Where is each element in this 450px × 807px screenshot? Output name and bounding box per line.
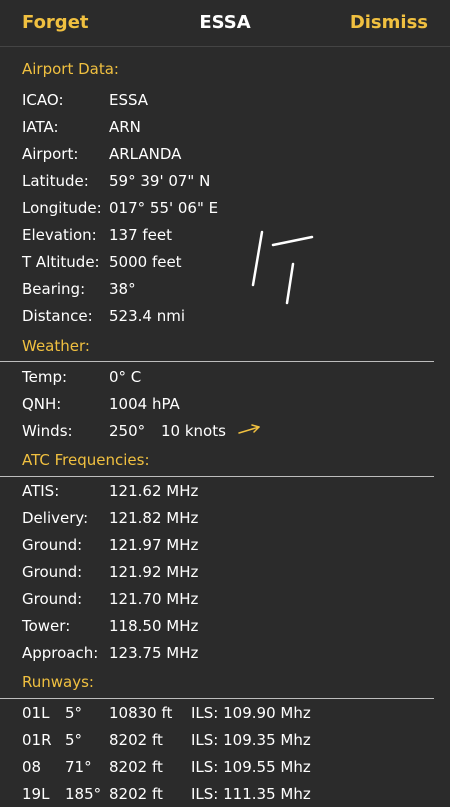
row-label: Airport: [22,145,79,163]
row-value: 121.82 MHz [109,509,199,527]
atc-divider [0,476,434,477]
runway-length: 8202 ft [109,785,163,803]
runway-id: 01R [22,731,52,749]
row-label: Tower: [22,617,71,635]
wind-direction: 250° [109,422,146,440]
row-value: ARN [109,118,141,136]
airport-name-row: Airport: ARLANDA [22,145,442,167]
row-value: 523.4 nmi [109,307,185,325]
runway-heading: 5° [65,704,83,722]
row-value: ARLANDA [109,145,182,163]
row-label: Elevation: [22,226,97,244]
row-label: Ground: [22,563,83,581]
row-label: Temp: [22,368,68,386]
runways-heading: Runways: [22,673,94,691]
wind-speed: 10 knots [161,422,226,440]
row-value: 38° [109,280,136,298]
runway-length: 10830 ft [109,704,173,722]
row-value: 118.50 MHz [109,617,199,635]
row-value: ESSA [109,91,149,109]
wind-arrow-icon [238,424,260,434]
dismiss-button[interactable]: Dismiss [350,12,428,33]
runway-ils: ILS: 109.55 Mhz [191,758,311,776]
row-value: 017° 55' 06" E [109,199,219,217]
tower-row: Tower: 118.50 MHz [22,617,442,639]
iata-row: IATA: ARN [22,118,442,140]
latitude-row: Latitude: 59° 39' 07" N [22,172,442,194]
atis-row: ATIS: 121.62 MHz [22,482,442,504]
runway-id: 19L [22,785,50,803]
row-value: 123.75 MHz [109,644,199,662]
runway-heading: 5° [65,731,83,749]
row-value: 5000 feet [109,253,182,271]
ground-row-3: Ground: 121.70 MHz [22,590,442,612]
runway-row: 19L 185° 8202 ft ILS: 111.35 Mhz [22,785,442,807]
row-value: 1004 hPA [109,395,180,413]
row-label: Approach: [22,644,99,662]
row-label: QNH: [22,395,62,413]
ground-row-2: Ground: 121.92 MHz [22,563,442,585]
runway-heading: 185° [65,785,102,803]
row-label: Bearing: [22,280,86,298]
runway-id: 01L [22,704,50,722]
distance-row: Distance: 523.4 nmi [22,307,442,329]
row-label: IATA: [22,118,59,136]
row-value: 121.92 MHz [109,563,199,581]
row-label: Winds: [22,422,73,440]
runway-diagram-icon [251,230,314,305]
row-label: Delivery: [22,509,89,527]
runway-ils: ILS: 109.90 Mhz [191,704,311,722]
row-label: ATIS: [22,482,60,500]
runway-length: 8202 ft [109,731,163,749]
runway-ils: ILS: 111.35 Mhz [191,785,311,803]
row-label: T Altitude: [22,253,100,271]
row-value: 0° C [109,368,142,386]
row-label: Ground: [22,536,83,554]
runways-divider [0,698,434,699]
icao-row: ICAO: ESSA [22,91,442,113]
runway-heading: 71° [65,758,92,776]
row-value: 121.97 MHz [109,536,199,554]
weather-divider [0,361,434,362]
row-value: 121.70 MHz [109,590,199,608]
longitude-row: Longitude: 017° 55' 06" E [22,199,442,221]
row-label: Ground: [22,590,83,608]
winds-row: Winds: 250° 10 knots [22,422,442,444]
bearing-row: Bearing: 38° [22,280,442,302]
runway-ils: ILS: 109.35 Mhz [191,731,311,749]
runway-row: 01L 5° 10830 ft ILS: 109.90 Mhz [22,704,442,726]
runway-id: 08 [22,758,42,776]
delivery-row: Delivery: 121.82 MHz [22,509,442,531]
row-value: 59° 39' 07" N [109,172,211,190]
row-label: Distance: [22,307,93,325]
ground-row-1: Ground: 121.97 MHz [22,536,442,558]
runway-length: 8202 ft [109,758,163,776]
row-value: 137 feet [109,226,173,244]
row-label: Longitude: [22,199,102,217]
row-label: ICAO: [22,91,64,109]
navigation-bar: Forget ESSA Dismiss [0,0,450,47]
qnh-row: QNH: 1004 hPA [22,395,442,417]
temperature-row: Temp: 0° C [22,368,442,390]
runway-row: 08 71° 8202 ft ILS: 109.55 Mhz [22,758,442,780]
weather-heading: Weather: [22,337,90,355]
atc-frequencies-heading: ATC Frequencies: [22,451,150,469]
approach-row: Approach: 123.75 MHz [22,644,442,666]
row-label: Latitude: [22,172,89,190]
row-value: 121.62 MHz [109,482,199,500]
transition-altitude-row: T Altitude: 5000 feet [22,253,442,275]
elevation-row: Elevation: 137 feet [22,226,442,248]
runway-row: 01R 5° 8202 ft ILS: 109.35 Mhz [22,731,442,753]
airport-data-heading: Airport Data: [22,60,119,78]
